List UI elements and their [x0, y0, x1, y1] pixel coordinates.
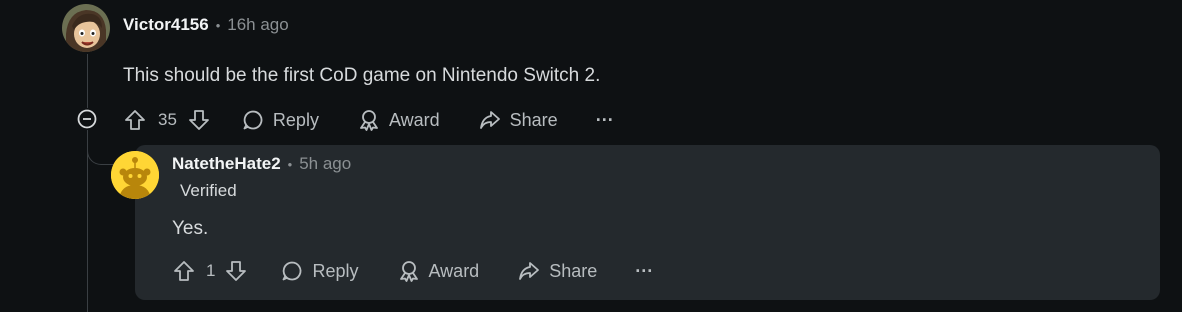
reply-button[interactable]: Reply: [241, 108, 319, 132]
award-button[interactable]: Award: [357, 108, 440, 132]
collapse-button[interactable]: [76, 108, 98, 130]
downvote-icon: [226, 261, 247, 281]
avatar[interactable]: [62, 4, 110, 52]
award-icon: [399, 261, 418, 282]
more-options-button[interactable]: ···: [596, 110, 614, 131]
downvote-button[interactable]: [187, 108, 211, 132]
collapse-icon: [77, 109, 97, 129]
award-label: Award: [428, 260, 480, 281]
upvote-button[interactable]: [172, 259, 196, 283]
snoo-avatar-icon: [111, 151, 159, 199]
more-options-button[interactable]: ···: [635, 261, 653, 282]
vote-count: 1: [206, 261, 216, 280]
comment-time[interactable]: 16h ago: [227, 15, 288, 35]
comment-icon: [243, 110, 263, 130]
share-label: Share: [549, 260, 598, 281]
comment-actions: 35 Reply Award Share ···: [123, 105, 614, 135]
share-icon: [479, 111, 500, 129]
downvote-button[interactable]: [224, 259, 248, 283]
comment-icon: [283, 261, 302, 281]
reply-author[interactable]: NatetheHate2: [172, 154, 281, 174]
award-icon: [360, 110, 378, 131]
vote-count: 35: [158, 110, 177, 129]
comment-meta: Victor4156 • 16h ago: [123, 15, 289, 35]
avatar[interactable]: [111, 151, 159, 199]
share-label: Share: [509, 109, 558, 130]
reply-label: Reply: [272, 109, 319, 130]
thread-line: [87, 54, 88, 312]
reply-body: Yes.: [172, 218, 209, 239]
meta-separator: •: [287, 156, 293, 172]
upvote-icon: [174, 261, 194, 281]
comment-body: This should be the first CoD game on Nin…: [123, 65, 601, 86]
upvote-icon: [125, 110, 145, 130]
meta-separator: •: [215, 17, 221, 33]
share-button[interactable]: Share: [517, 259, 597, 283]
upvote-button[interactable]: [123, 108, 147, 132]
reply-time[interactable]: 5h ago: [299, 154, 351, 174]
award-label: Award: [388, 109, 440, 130]
share-button[interactable]: Share: [478, 108, 558, 132]
reply-label: Reply: [312, 260, 359, 281]
reply-button[interactable]: Reply: [280, 259, 359, 283]
reply-meta: NatetheHate2 • 5h ago: [172, 154, 351, 174]
comment-author[interactable]: Victor4156: [123, 15, 209, 35]
downvote-icon: [189, 110, 209, 130]
award-button[interactable]: Award: [397, 259, 480, 283]
user-flair: Verified: [180, 181, 237, 200]
reply-actions: 1 Reply Award Share ···: [172, 256, 653, 286]
share-icon: [519, 262, 540, 280]
